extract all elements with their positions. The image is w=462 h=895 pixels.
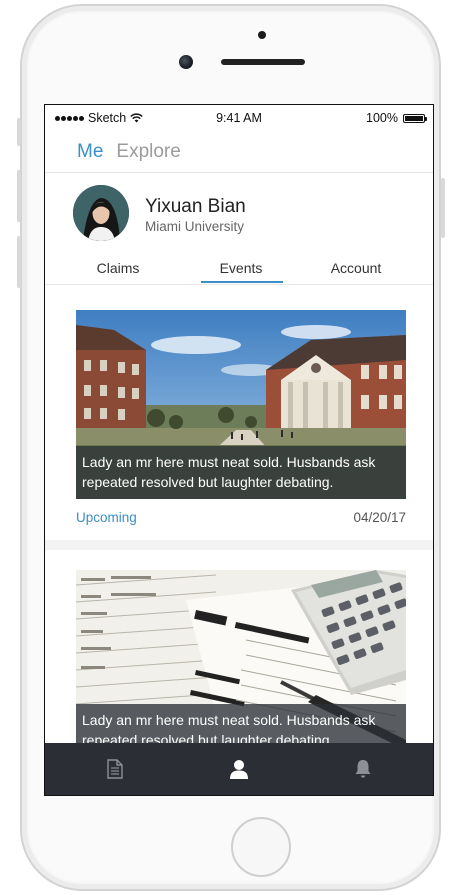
battery-icon: [403, 113, 427, 123]
profile-school: Miami University: [145, 219, 245, 234]
volume-up-button: [17, 170, 21, 222]
status-bar: Sketch 9:41 AM 100%: [45, 105, 433, 131]
avatar[interactable]: [73, 185, 129, 241]
header-divider: [45, 172, 433, 173]
event-status-link[interactable]: Upcoming: [76, 510, 137, 525]
event-date: 04/20/17: [353, 510, 406, 525]
top-tabs: Me Explore: [77, 141, 181, 163]
user-icon: [230, 760, 248, 779]
nav-profile[interactable]: [209, 743, 269, 795]
profile-name: Yixuan Bian: [145, 196, 246, 217]
nav-notifications[interactable]: [333, 743, 393, 795]
bell-icon: [355, 760, 371, 778]
tab-claims[interactable]: Claims: [68, 260, 168, 276]
nav-claims[interactable]: [85, 743, 145, 795]
power-button: [441, 178, 445, 238]
sensor-dot: [258, 31, 266, 39]
tab-explore[interactable]: Explore: [116, 141, 180, 163]
event-photo[interactable]: Lady an mr here must neat sold. Husbands…: [76, 570, 406, 750]
home-button[interactable]: [231, 817, 291, 877]
avatar-portrait-icon: [73, 185, 129, 241]
app-screen: Sketch 9:41 AM 100% Me Explore Yixuan Bi…: [44, 104, 434, 796]
earpiece-speaker: [221, 59, 305, 65]
bottom-nav: [45, 743, 433, 795]
tab-me[interactable]: Me: [77, 141, 103, 163]
event-caption: Lady an mr here must neat sold. Husbands…: [76, 446, 406, 499]
tab-events[interactable]: Events: [191, 260, 291, 276]
events-feed[interactable]: Lady an mr here must neat sold. Husbands…: [45, 285, 433, 750]
event-photo[interactable]: Lady an mr here must neat sold. Husbands…: [76, 310, 406, 499]
battery-percent: 100%: [366, 111, 398, 125]
active-tab-indicator: [201, 281, 283, 283]
event-card[interactable]: Lady an mr here must neat sold. Husbands…: [45, 285, 433, 540]
event-card[interactable]: Lady an mr here must neat sold. Husbands…: [45, 550, 433, 750]
front-camera: [179, 55, 193, 69]
tab-account[interactable]: Account: [306, 260, 406, 276]
volume-down-button: [17, 236, 21, 288]
mute-switch: [17, 118, 21, 146]
document-icon: [107, 759, 123, 779]
